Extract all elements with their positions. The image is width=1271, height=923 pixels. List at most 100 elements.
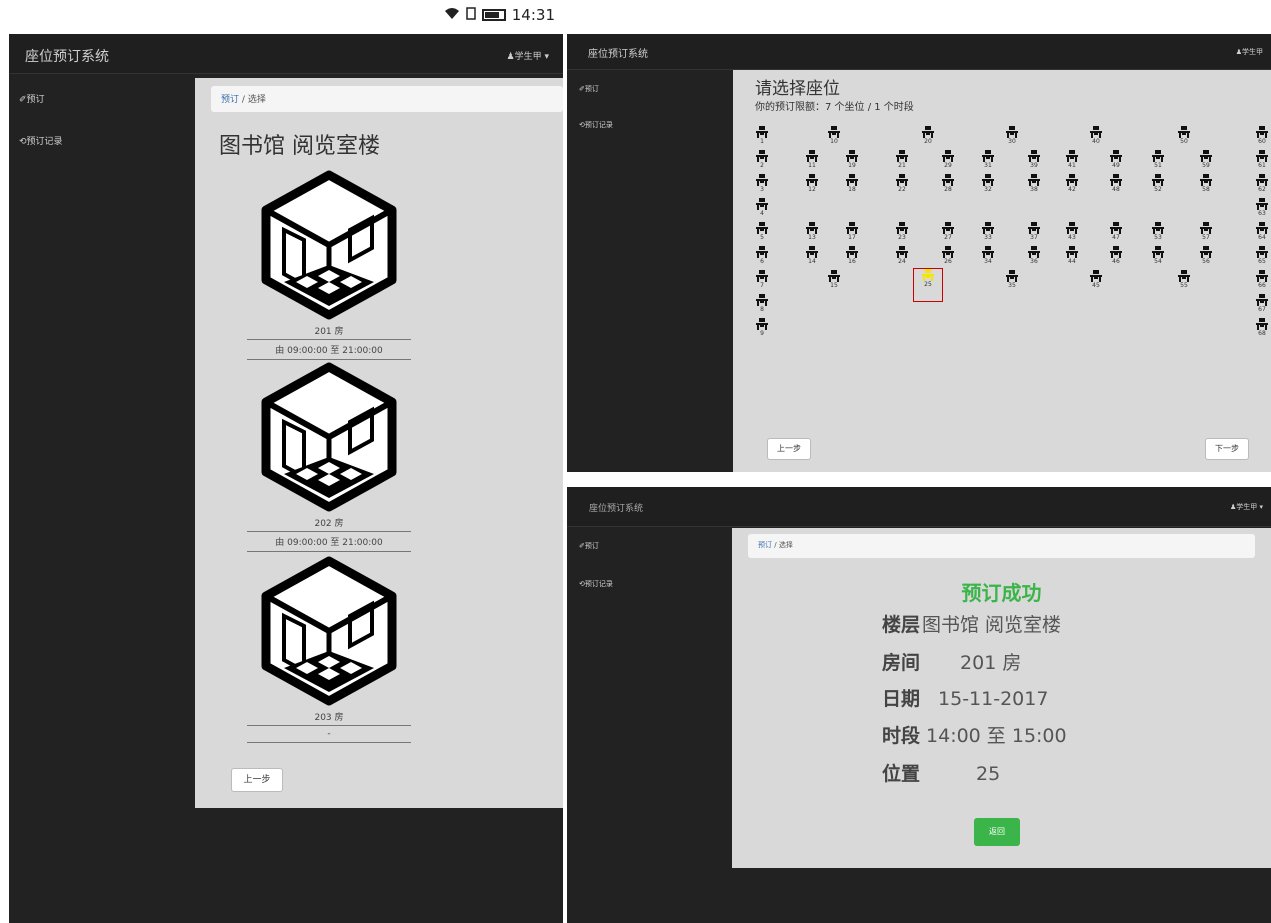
seat[interactable]: 19 [843,150,861,170]
seat[interactable]: 29 [939,150,957,170]
sidebar-item-reserve[interactable]: ✐预订 [579,84,599,94]
seat[interactable]: 44 [1063,246,1081,266]
seat[interactable]: 35 [1003,270,1021,290]
seat[interactable]: 17 [843,222,861,242]
seat[interactable]: 47 [1107,222,1125,242]
seat[interactable]: 65 [1253,246,1271,266]
chair-icon [1152,246,1164,258]
detail-value: 14:00 至 15:00 [926,725,1067,747]
seat[interactable]: 7 [753,270,771,290]
seat-selected[interactable]: 25 [913,268,943,302]
brand-title[interactable]: 座位预订系统 [588,45,648,60]
seat[interactable]: 20 [919,126,937,146]
seat[interactable]: 66 [1253,270,1271,290]
seat[interactable]: 42 [1063,174,1081,194]
chair-icon [1200,150,1212,162]
seat[interactable]: 2 [753,150,771,170]
seat[interactable]: 43 [1063,222,1081,242]
seat[interactable]: 21 [893,150,911,170]
user-menu[interactable]: ♟学生甲 ▾ [1230,502,1263,512]
seat[interactable]: 34 [979,246,997,266]
seat[interactable]: 4 [753,198,771,218]
brand-title[interactable]: 座位预订系统 [589,501,643,514]
seat[interactable]: 55 [1175,270,1193,290]
seat[interactable]: 37 [1025,222,1043,242]
chair-icon [806,174,818,186]
sidebar-item-reserve[interactable]: ✐预订 [579,541,599,551]
seat[interactable]: 56 [1197,246,1215,266]
seat[interactable]: 60 [1253,126,1271,146]
seat[interactable]: 61 [1253,150,1271,170]
seat[interactable]: 57 [1197,222,1215,242]
seat[interactable]: 48 [1107,174,1125,194]
seat-selection-screen: 座位预订系统 ♟学生甲 ✐预订 ⟲预订记录 请选择座位 你的预订限额：7 个坐位… [567,34,1271,472]
user-menu[interactable]: ♟学生甲 [1236,47,1263,57]
back-button[interactable]: 上一步 [231,768,283,792]
seat[interactable]: 26 [939,246,957,266]
user-menu[interactable]: ♟学生甲 ▾ [507,49,549,62]
seat-number: 49 [1112,162,1120,169]
sidebar-item-history[interactable]: ⟲预订记录 [579,120,613,130]
sidebar-item-history[interactable]: ⟲预订记录 [579,579,613,589]
seat[interactable]: 33 [979,222,997,242]
seat[interactable]: 6 [753,246,771,266]
seat[interactable]: 27 [939,222,957,242]
chair-icon [756,126,768,138]
seat[interactable]: 9 [753,318,771,338]
room-card[interactable]: 203 房 - [247,556,411,743]
seat[interactable]: 40 [1087,126,1105,146]
seat[interactable]: 23 [893,222,911,242]
seat[interactable]: 67 [1253,294,1271,314]
seat[interactable]: 58 [1197,174,1215,194]
seat-number: 45 [1092,282,1100,289]
detail-key: 楼层 [882,614,921,636]
seat[interactable]: 38 [1025,174,1043,194]
seat[interactable]: 8 [753,294,771,314]
seat[interactable]: 5 [753,222,771,242]
seat[interactable]: 52 [1149,174,1167,194]
room-card[interactable]: 201 房 由 09:00:00 至 21:00:00 [247,170,411,360]
seat[interactable]: 49 [1107,150,1125,170]
seat[interactable]: 36 [1025,246,1043,266]
seat[interactable]: 16 [843,246,861,266]
seat[interactable]: 22 [893,174,911,194]
seat[interactable]: 3 [753,174,771,194]
seat[interactable]: 63 [1253,198,1271,218]
seat[interactable]: 1 [753,126,771,146]
next-button[interactable]: 下一步 [1205,438,1249,460]
seat[interactable]: 14 [803,246,821,266]
chair-icon [828,126,840,138]
seat[interactable]: 18 [843,174,861,194]
seat[interactable]: 24 [893,246,911,266]
seat[interactable]: 28 [939,174,957,194]
seat[interactable]: 53 [1149,222,1167,242]
return-button[interactable]: 返回 [974,818,1020,846]
seat[interactable]: 68 [1253,318,1271,338]
seat[interactable]: 39 [1025,150,1043,170]
sidebar-item-history[interactable]: ⟲预订记录 [19,134,63,147]
seat[interactable]: 12 [803,174,821,194]
seat[interactable]: 46 [1107,246,1125,266]
back-button[interactable]: 上一步 [767,438,811,460]
seat[interactable]: 30 [1003,126,1021,146]
seat[interactable]: 11 [803,150,821,170]
seat[interactable]: 62 [1253,174,1271,194]
seat[interactable]: 64 [1253,222,1271,242]
seat[interactable]: 51 [1149,150,1167,170]
seat[interactable]: 32 [979,174,997,194]
sidebar-item-reserve[interactable]: ✐预订 [19,92,45,105]
seat[interactable]: 41 [1063,150,1081,170]
seat[interactable]: 54 [1149,246,1167,266]
room-card[interactable]: 202 房 由 09:00:00 至 21:00:00 [247,362,411,552]
chair-icon [1066,150,1078,162]
seat[interactable]: 31 [979,150,997,170]
seat[interactable]: 45 [1087,270,1105,290]
seat[interactable]: 59 [1197,150,1215,170]
seat[interactable]: 13 [803,222,821,242]
seat[interactable]: 50 [1175,126,1193,146]
breadcrumb-link[interactable]: 预订 [758,541,772,549]
seat[interactable]: 15 [825,270,843,290]
seat[interactable]: 10 [825,126,843,146]
brand-title[interactable]: 座位预订系统 [25,46,109,66]
breadcrumb-link[interactable]: 预订 [221,95,239,105]
